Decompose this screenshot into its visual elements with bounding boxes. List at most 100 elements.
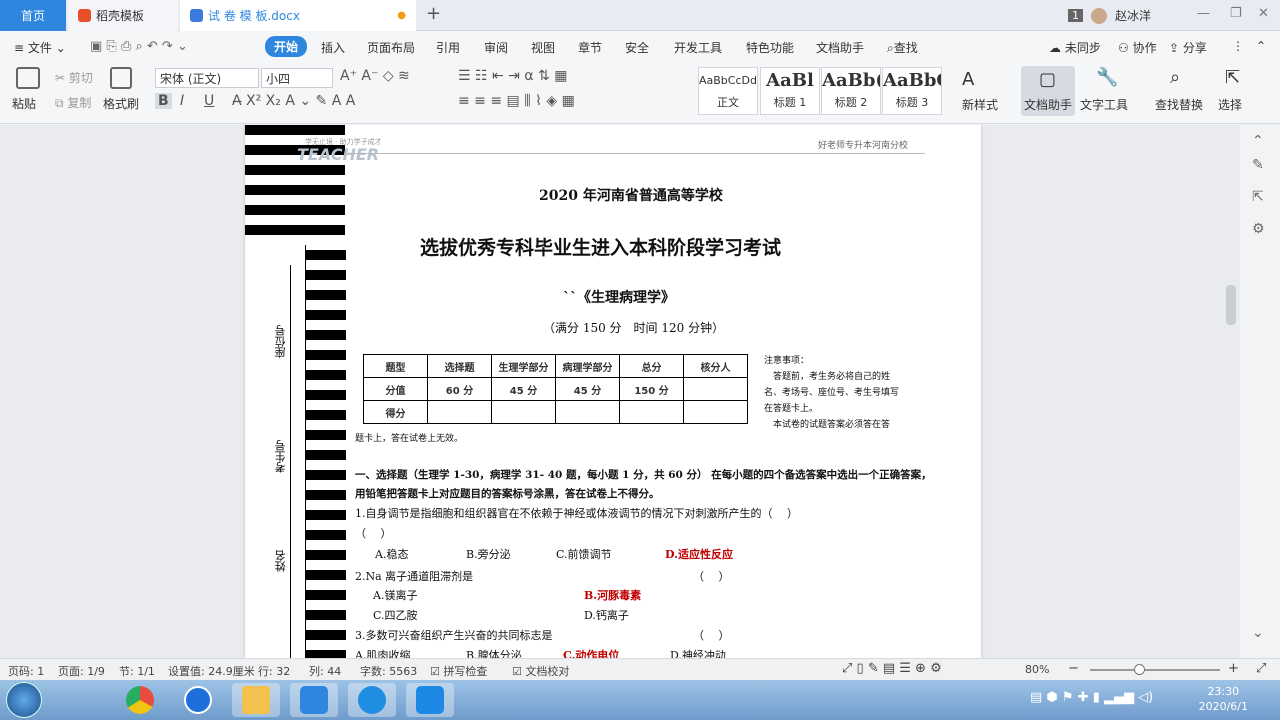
close-icon[interactable]: ✕ [1258, 6, 1269, 21]
align-icons[interactable]: ≡ ≡ ≡ ▤ ⫼ ⌇ ◈ ▦ [458, 93, 575, 109]
tab-daoke[interactable]: 稻壳模板 [68, 0, 178, 31]
select-button[interactable]: 选择 [1218, 96, 1242, 113]
text-effects-icons[interactable]: A̶ X² X₂ A ⌄ ✎ A A [232, 93, 355, 109]
zoom-out-icon[interactable]: − [1068, 661, 1079, 676]
table-cell [491, 400, 556, 424]
avatar [1091, 7, 1107, 24]
style-heading1[interactable]: AaBl 标题 1 [760, 67, 820, 115]
spell-check-button[interactable]: ☑ 拼写检查 [430, 663, 487, 679]
style-heading3[interactable]: AaBbC 标题 3 [882, 67, 942, 115]
paste-button[interactable]: 粘贴 [12, 95, 36, 112]
pen-icon[interactable]: ✎ [1252, 157, 1264, 173]
settings-sliders-icon[interactable]: ⚙ [1252, 221, 1265, 237]
font-family-select[interactable]: 宋体 (正文) [155, 68, 259, 88]
taskbar-chrome[interactable] [116, 683, 164, 717]
collapse-ribbon-icon[interactable]: ⌃ [1256, 39, 1266, 53]
format-painter-icon[interactable] [110, 67, 132, 89]
taskbar-clock[interactable]: 23:30 2020/6/1 [1199, 684, 1248, 714]
select-cursor-icon[interactable]: ⇱ [1225, 67, 1240, 88]
tab-chapter[interactable]: 章节 [578, 39, 602, 56]
vertical-scrollbar[interactable] [1226, 285, 1236, 325]
tab-review[interactable]: 审阅 [484, 39, 508, 56]
notice-line: 答题前，考生务必将自己的姓 [764, 372, 891, 382]
document-page[interactable]: 座位号 考生号 姓名 学无止境 · 助力学子成才 TEACHER 好老师专升本河… [245, 125, 981, 658]
notice-line: 注意事项： [764, 356, 810, 366]
taskbar-video[interactable] [406, 683, 454, 717]
tab-developer[interactable]: 开发工具 [674, 39, 722, 56]
collab-button[interactable]: ⚇ 协作 [1118, 39, 1157, 56]
copy-label: 复制 [67, 96, 92, 110]
video-icon [416, 686, 444, 714]
file-menu[interactable]: ≡ 文件 ⌄ [14, 39, 66, 56]
underline-icon[interactable]: U [204, 93, 214, 109]
tab-insert[interactable]: 插入 [321, 39, 345, 56]
minimize-icon[interactable]: — [1197, 6, 1210, 21]
find-replace-icon[interactable]: ⌕ [1170, 67, 1180, 88]
tab-references[interactable]: 引用 [436, 39, 460, 56]
scroll-down-icon[interactable]: ⌄ [1252, 625, 1264, 641]
new-style-button[interactable]: 新样式 [962, 96, 998, 113]
search-icon: ⌕ [887, 41, 894, 55]
tab-layout[interactable]: 页面布局 [367, 39, 415, 56]
tab-start[interactable]: 开始 [265, 36, 308, 57]
taskbar-wps[interactable] [290, 683, 338, 717]
more-icon[interactable]: ⋮ [1232, 39, 1244, 53]
style-normal[interactable]: AaBbCcDd 正文 [698, 67, 758, 115]
italic-icon[interactable]: I [180, 93, 184, 109]
tray-icons[interactable]: ▤ ⬢ ⚑ ✚ ▮ ▂▄▆ ◁) [1030, 690, 1153, 705]
quick-access-icons[interactable]: ▣ ⎘ ⎙ ⌕ ↶ ↷ ⌄ [90, 39, 188, 54]
style-heading3-label: 标题 3 [895, 96, 929, 109]
status-words[interactable]: 字数: 5563 [360, 663, 417, 679]
tab-home[interactable]: 首页 [0, 0, 66, 31]
notice-block: 注意事项： 答题前，考生务必将自己的姓 名、考场号、座位号、考生号填写 在答题卡… [764, 353, 924, 433]
wrench-icon[interactable]: 🔧 [1096, 67, 1118, 88]
user-area[interactable]: 1 赵冰洋 [1068, 7, 1151, 24]
pointer-icon[interactable]: ⇱ [1252, 189, 1264, 205]
tab-doc-assistant[interactable]: 文档助手 [816, 39, 864, 56]
zoom-in-icon[interactable]: + [1228, 661, 1239, 676]
q2-option-a: A.镁离子 [373, 589, 418, 602]
font-size-select[interactable]: 小四 [261, 68, 333, 88]
cut-button[interactable]: ✂ 剪切 [55, 69, 93, 86]
taskbar-explorer[interactable] [232, 683, 280, 717]
new-tab-button[interactable]: + [426, 3, 441, 24]
style-heading2-label: 标题 2 [834, 96, 868, 109]
table-cell [683, 400, 748, 424]
user-name: 赵冰洋 [1115, 9, 1152, 23]
style-heading2[interactable]: AaBb( 标题 2 [821, 67, 881, 115]
text-tools-button[interactable]: 文字工具 [1080, 96, 1128, 113]
wps-icon [300, 686, 328, 714]
tab-view[interactable]: 视图 [531, 39, 555, 56]
zoom-level[interactable]: 80% [1025, 663, 1049, 676]
start-button[interactable] [6, 682, 42, 718]
doc-proof-button[interactable]: ☑ 文档校对 [512, 663, 569, 679]
paste-icon[interactable] [16, 67, 40, 89]
zoom-slider[interactable] [1090, 669, 1220, 671]
tab-security[interactable]: 安全 [625, 39, 649, 56]
title-bar: 首页 稻壳模板 试 卷 模 板.docx ● + 1 赵冰洋 — ❐ ✕ [0, 0, 1280, 31]
bold-icon[interactable]: B [155, 93, 172, 109]
copy-button[interactable]: ⧉ 复制 [55, 94, 91, 111]
fullscreen-icon[interactable]: ⤢ [1256, 661, 1266, 676]
font-grow-icon[interactable]: A⁺ A⁻ ◇ ≋ [340, 68, 410, 84]
taskbar-feishu[interactable] [348, 683, 396, 717]
search-command[interactable]: ⌕查找 [887, 39, 918, 56]
sync-button[interactable]: ☁ 未同步 [1049, 39, 1101, 56]
maximize-icon[interactable]: ❐ [1230, 6, 1242, 21]
tab-document[interactable]: 试 卷 模 板.docx ● [180, 0, 416, 31]
status-pages[interactable]: 页面: 1/9 [58, 663, 105, 679]
share-button[interactable]: ⇪ 分享 [1169, 39, 1207, 56]
zoom-slider-thumb[interactable] [1134, 664, 1145, 675]
view-mode-icons[interactable]: ⤢ ▯ ✎ ▤ ☰ ⊕ ⚙ [842, 661, 942, 676]
list-icons[interactable]: ☰ ☷ ⇤ ⇥ ⍺ ⇅ ▦ [458, 68, 567, 84]
stripe-bar [245, 225, 345, 235]
tab-features[interactable]: 特色功能 [746, 39, 794, 56]
collapse-icon[interactable]: ⌃ [1252, 133, 1264, 149]
stripe-bar [306, 590, 346, 600]
taskbar-k-app[interactable] [174, 683, 222, 717]
search-label: 查找 [893, 41, 918, 55]
new-style-icon[interactable]: A [962, 69, 974, 90]
tab-document-label: 试 卷 模 板.docx [208, 8, 300, 23]
find-replace-button[interactable]: 查找替换 [1155, 96, 1203, 113]
format-painter-button[interactable]: 格式刷 [103, 95, 139, 112]
